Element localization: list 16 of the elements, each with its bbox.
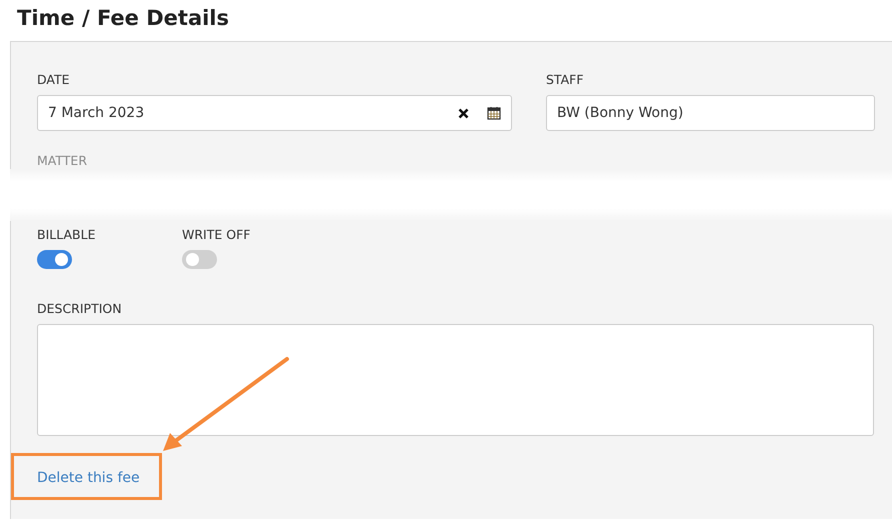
field-label: DESCRIPTION [37,301,123,316]
field-label: DATE [37,72,71,87]
toggle-switch[interactable] [37,250,72,269]
field-label: MATTER [37,153,87,168]
calendar-icon[interactable] [487,106,501,120]
toggle-label: BILLABLE [37,227,96,242]
delete-link[interactable]: Delete this fee [37,470,140,486]
field-label: STAFF [546,72,585,87]
toggle-switch[interactable] [182,250,217,269]
description-field[interactable] [37,324,874,436]
page-title: Time / Fee Details [16,5,230,32]
field-value: 7 March 2023 [48,105,146,121]
toggle-label: WRITE OFF [182,227,252,242]
staff-field[interactable]: BW (Bonny Wong) [546,95,875,131]
date-field[interactable]: 7 March 2023 [37,95,512,131]
close-icon[interactable] [458,108,469,118]
